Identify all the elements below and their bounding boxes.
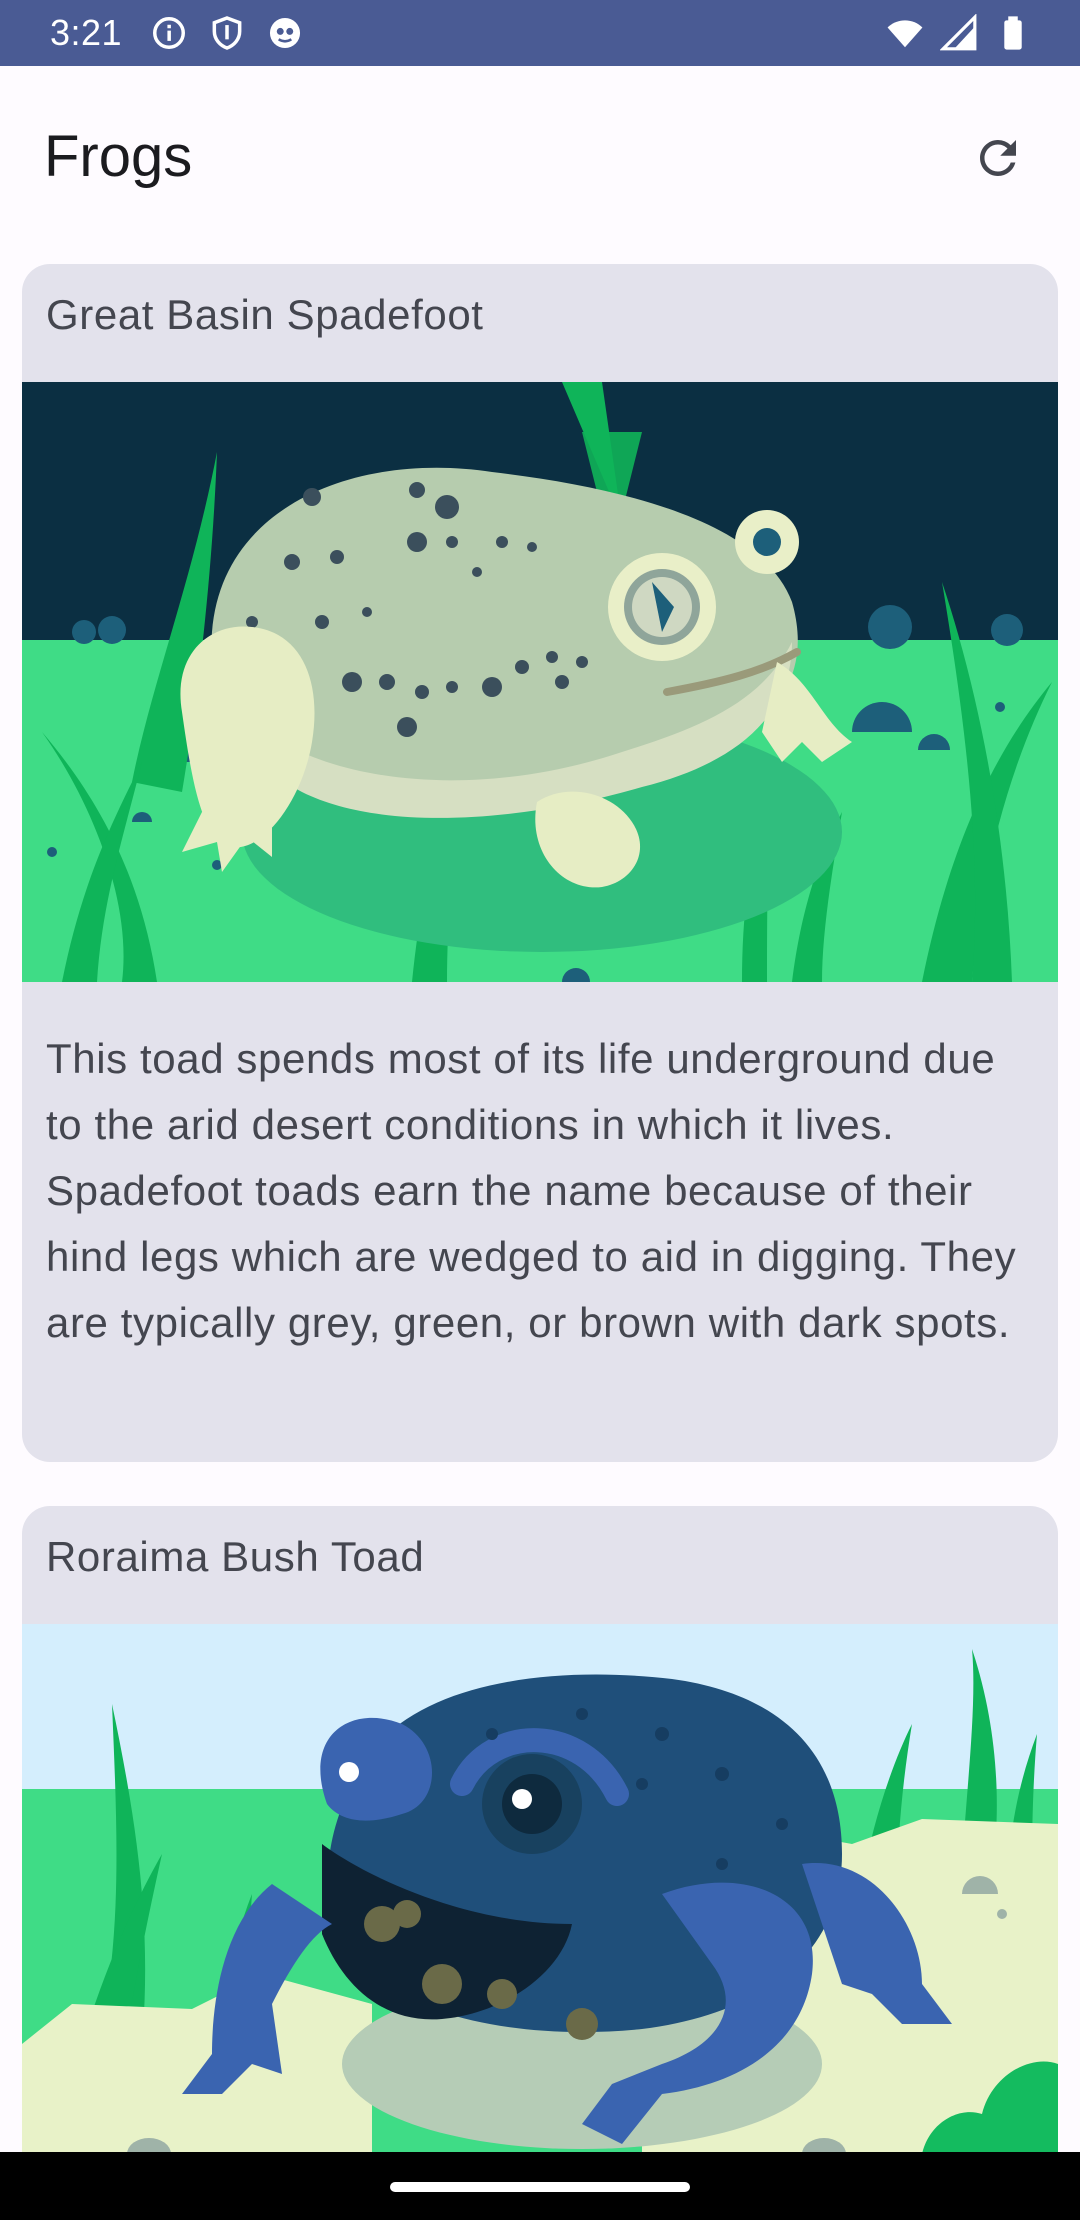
status-bar: 3:21	[0, 0, 1080, 66]
info-icon	[153, 17, 185, 49]
navigation-bar	[0, 2152, 1080, 2220]
frog-name: Roraima Bush Toad	[46, 1533, 425, 1580]
status-right-icons	[886, 14, 1032, 52]
top-app-bar: Frogs	[0, 66, 1080, 246]
status-left-icons	[150, 14, 304, 52]
frog-illustration	[22, 1624, 1058, 2184]
page-title: Frogs	[44, 124, 193, 189]
frog-name: Great Basin Spadefoot	[46, 291, 484, 338]
frog-description: This toad spends most of its life underg…	[46, 1035, 1017, 1346]
cellular-icon	[940, 14, 977, 51]
frog-card[interactable]: Great Basin Spadefoot This toad spends m…	[22, 264, 1058, 1462]
frog-illustration	[22, 382, 1058, 982]
shield-icon	[212, 16, 242, 50]
home-indicator[interactable]	[390, 2182, 690, 2192]
refresh-icon	[980, 140, 1016, 176]
app-notification-icon	[269, 17, 301, 49]
wifi-icon	[887, 20, 923, 48]
battery-icon	[1004, 16, 1022, 50]
status-time: 3:21	[50, 12, 123, 53]
frog-card[interactable]: Roraima Bush Toad	[22, 1506, 1058, 2220]
refresh-button[interactable]	[956, 116, 1040, 200]
